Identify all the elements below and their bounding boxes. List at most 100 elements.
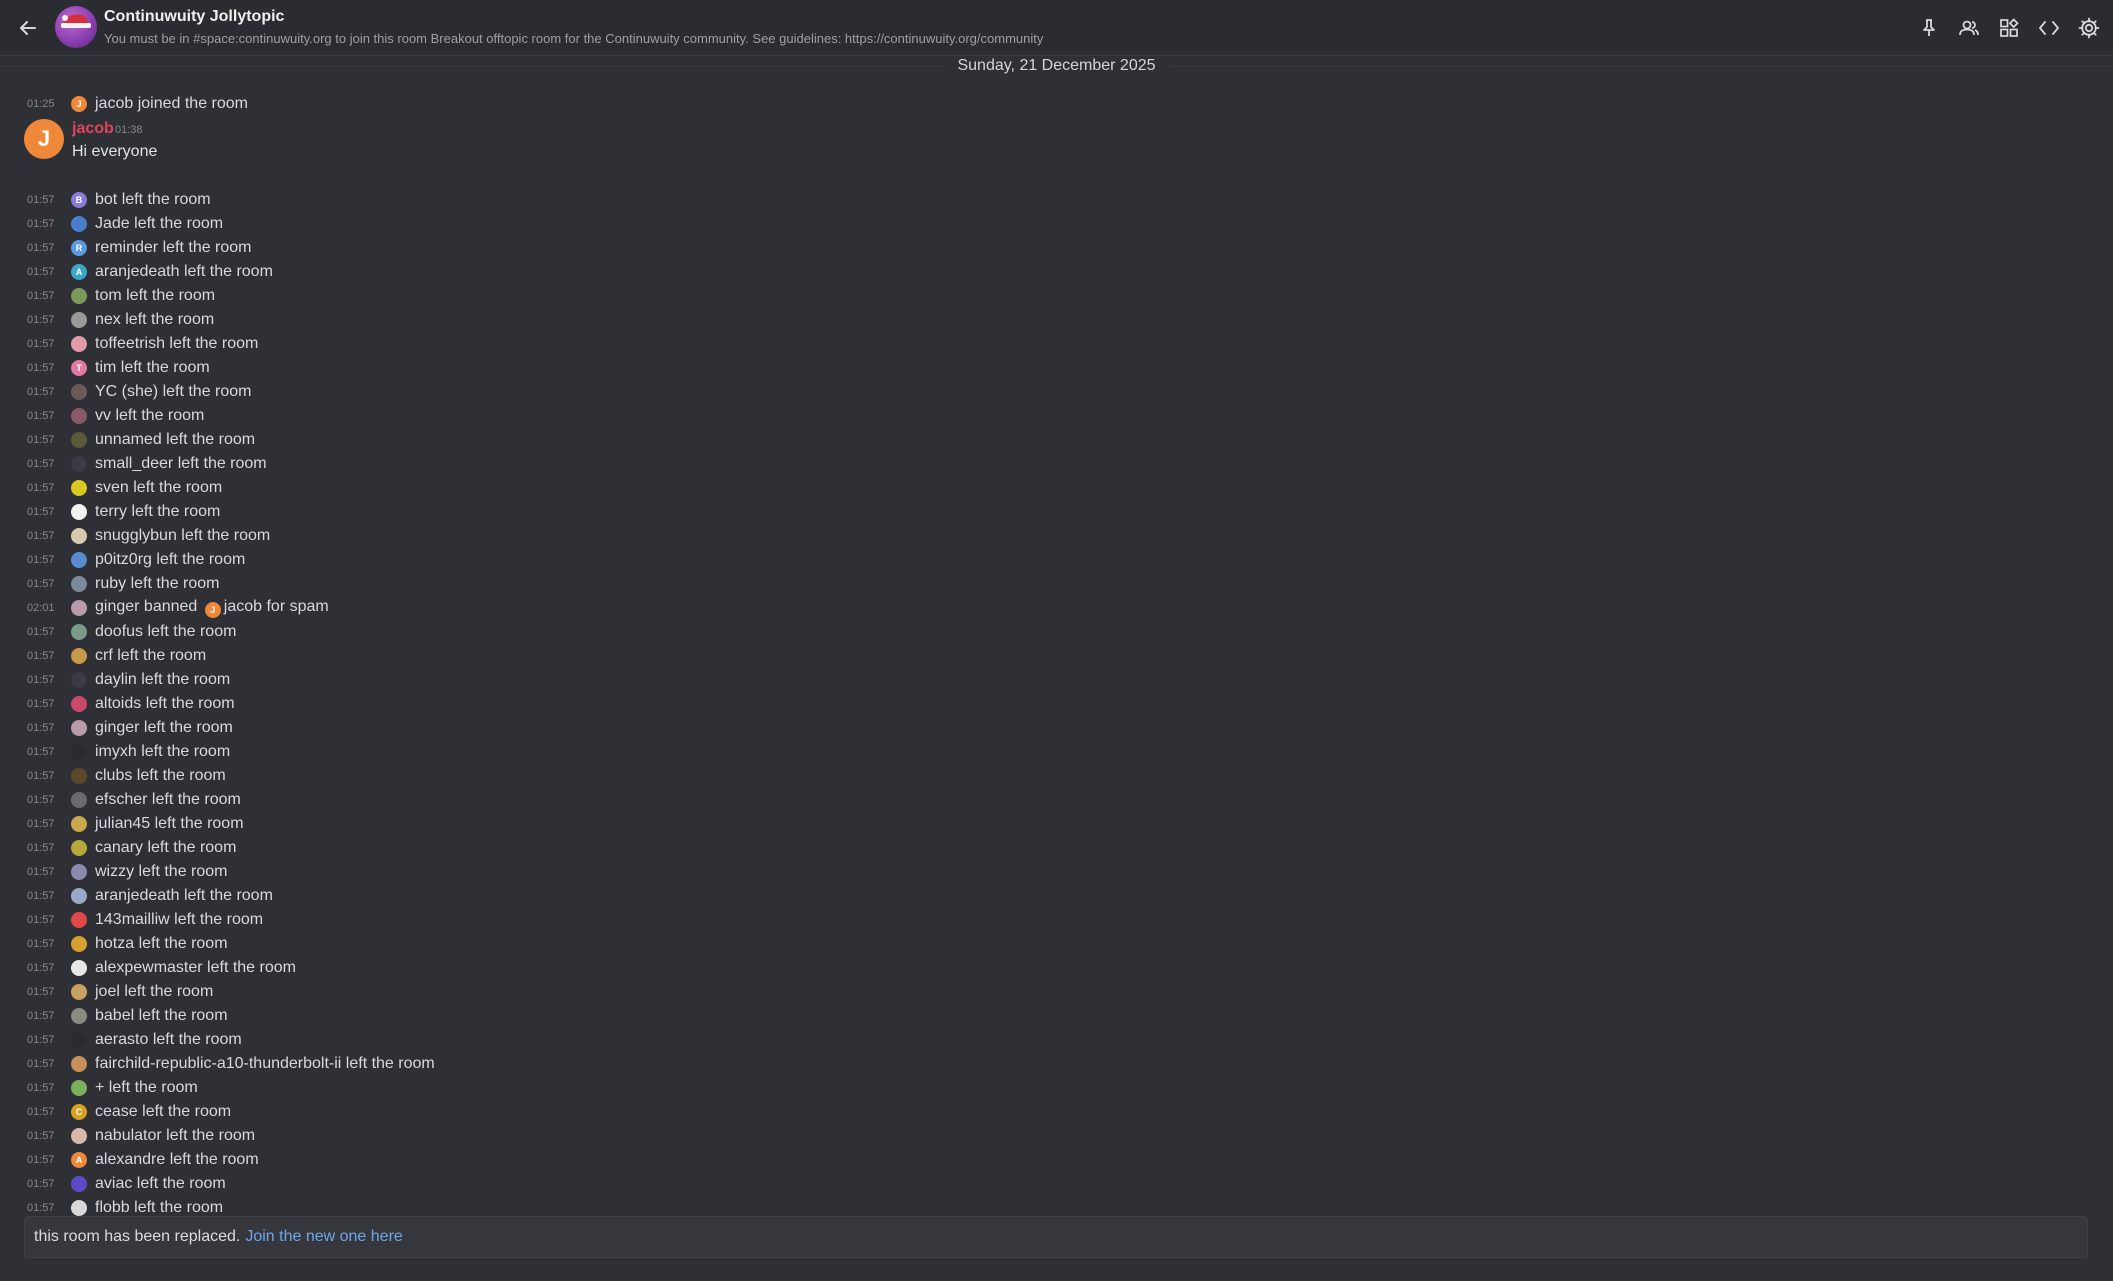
member-avatar[interactable] (71, 1176, 87, 1192)
member-avatar[interactable] (71, 840, 87, 856)
membership-event: 01:57 ginger left the room (0, 716, 2113, 740)
room-settings-button[interactable] (2073, 12, 2105, 44)
member-avatar[interactable] (71, 1200, 87, 1216)
target-avatar[interactable]: J (204, 602, 221, 618)
membership-event: 01:57 babel left the room (0, 1004, 2113, 1028)
event-text-main: tom left the room (95, 287, 216, 304)
member-avatar[interactable]: A (71, 264, 87, 280)
member-avatar[interactable]: J (71, 96, 87, 112)
member-avatar[interactable] (71, 600, 87, 616)
member-avatar[interactable] (71, 336, 87, 352)
timeline[interactable]: 01:25 J jacob joined the room J jacob 01… (0, 92, 2113, 1216)
message-timestamp: 01:38 (115, 124, 143, 136)
member-avatar[interactable] (71, 624, 87, 640)
member-avatar[interactable] (71, 816, 87, 832)
membership-event: 01:57 efscher left the room (0, 788, 2113, 812)
member-avatar[interactable] (71, 936, 87, 952)
event-text-main: daylin left the room (95, 671, 231, 688)
event-timestamp: 01:57 (27, 194, 55, 206)
room-title: Continuwuity Jollytopic (104, 8, 285, 25)
event-timestamp: 01:57 (27, 1154, 55, 1166)
membership-event: 01:57 clubs left the room (0, 764, 2113, 788)
message[interactable]: J jacob 01:38 Hi everyone (0, 116, 2113, 188)
event-text-main: alexpewmaster left the room (95, 959, 296, 976)
member-avatar[interactable] (71, 216, 87, 232)
member-avatar[interactable]: T (71, 360, 87, 376)
member-avatar[interactable] (71, 408, 87, 424)
member-avatar[interactable] (71, 1128, 87, 1144)
member-avatar[interactable] (71, 648, 87, 664)
event-text: doofus left the room (95, 623, 236, 641)
member-avatar[interactable] (71, 792, 87, 808)
member-avatar[interactable] (71, 504, 87, 520)
event-text-main: clubs left the room (95, 767, 226, 784)
member-avatar[interactable] (71, 888, 87, 904)
member-avatar[interactable] (71, 288, 87, 304)
member-avatar[interactable]: A (71, 1152, 87, 1168)
member-avatar[interactable] (71, 1080, 87, 1096)
member-avatar[interactable] (71, 1056, 87, 1072)
sender-avatar[interactable]: J (24, 119, 64, 159)
member-avatar[interactable]: B (71, 192, 87, 208)
event-text: alexpewmaster left the room (95, 959, 296, 977)
membership-event: 01:57 aviac left the room (0, 1172, 2113, 1196)
member-avatar[interactable] (71, 744, 87, 760)
member-avatar[interactable] (71, 672, 87, 688)
event-text: flobb left the room (95, 1199, 223, 1216)
sender-name[interactable]: jacob (72, 120, 114, 138)
target-name[interactable]: jacob (224, 598, 262, 615)
pin-icon (1923, 19, 1935, 36)
event-timestamp: 01:57 (27, 1106, 55, 1118)
event-text: bot left the room (95, 191, 211, 209)
join-new-room-link[interactable]: Join the new one here (245, 1228, 402, 1246)
member-avatar[interactable]: C (71, 1104, 87, 1120)
member-avatar[interactable] (71, 960, 87, 976)
membership-event: 01:57 joel left the room (0, 980, 2113, 1004)
member-avatar[interactable] (71, 552, 87, 568)
member-avatar[interactable] (71, 456, 87, 472)
member-avatar[interactable] (71, 576, 87, 592)
pinned-messages-button[interactable] (1913, 12, 1945, 44)
event-text-main: reminder left the room (95, 239, 252, 256)
widgets-button[interactable] (1993, 12, 2025, 44)
member-avatar[interactable] (71, 528, 87, 544)
room-replaced-notice: this room has been replaced. Join the ne… (24, 1216, 2088, 1258)
membership-event: 01:57 imyxh left the room (0, 740, 2113, 764)
member-avatar[interactable] (71, 912, 87, 928)
member-avatar[interactable] (71, 1032, 87, 1048)
event-timestamp: 01:57 (27, 746, 55, 758)
members-button[interactable] (1953, 12, 1985, 44)
room-avatar[interactable] (55, 6, 97, 48)
room-topic[interactable]: You must be in #space:continuwuity.org t… (104, 31, 1043, 46)
back-button[interactable] (14, 14, 42, 42)
member-avatar[interactable] (71, 384, 87, 400)
event-text-main: nabulator left the room (95, 1127, 256, 1144)
member-avatar[interactable] (71, 1008, 87, 1024)
event-text: crf left the room (95, 647, 206, 665)
membership-event: 01:57 doofus left the room (0, 620, 2113, 644)
event-timestamp: 01:57 (27, 1034, 55, 1046)
event-text: sven left the room (95, 479, 222, 497)
member-avatar[interactable] (71, 696, 87, 712)
member-avatar[interactable] (71, 864, 87, 880)
event-timestamp: 01:57 (27, 434, 55, 446)
member-avatar[interactable] (71, 432, 87, 448)
event-text-main: terry left the room (95, 503, 221, 520)
member-avatar[interactable]: R (71, 240, 87, 256)
membership-event: 01:57 fairchild-republic-a10-thunderbolt-… (0, 1052, 2113, 1076)
membership-event: 01:57 aranjedeath left the room (0, 884, 2113, 908)
event-timestamp: 01:57 (27, 794, 55, 806)
member-avatar[interactable] (71, 312, 87, 328)
event-text-main: doofus left the room (95, 623, 237, 640)
devtools-button[interactable] (2033, 12, 2065, 44)
member-avatar[interactable] (71, 984, 87, 1000)
event-text: toffeetrish left the room (95, 335, 258, 353)
membership-event: 01:57 ruby left the room (0, 572, 2113, 596)
membership-event: 01:57 wizzy left the room (0, 860, 2113, 884)
member-avatar[interactable] (71, 768, 87, 784)
event-text: alexandre left the room (95, 1151, 259, 1169)
member-avatar[interactable] (71, 720, 87, 736)
membership-event: 01:57 tom left the room (0, 284, 2113, 308)
member-avatar[interactable] (71, 480, 87, 496)
event-timestamp: 01:57 (27, 938, 55, 950)
